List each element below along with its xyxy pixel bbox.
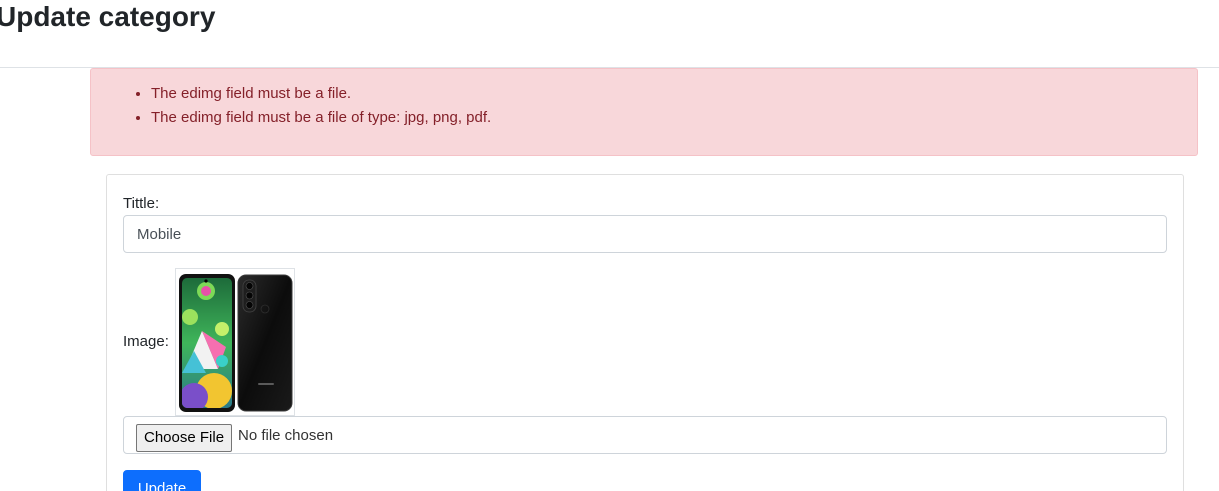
error-alert: The edimg field must be a file. The edim…: [90, 68, 1198, 156]
image-file-input[interactable]: Choose File No file chosen: [123, 416, 1167, 454]
choose-file-button[interactable]: Choose File: [136, 424, 233, 452]
page-title: Update category: [0, 1, 216, 32]
file-status-text: No file chosen: [238, 427, 334, 444]
title-label: Tittle:: [123, 195, 160, 212]
image-label: Image:: [123, 333, 169, 350]
update-button[interactable]: Update: [123, 470, 201, 491]
error-list: The edimg field must be a file. The edim…: [151, 82, 491, 130]
phone-image: [179, 274, 293, 412]
error-message: The edimg field must be a file.: [151, 82, 491, 106]
title-input[interactable]: [123, 215, 1167, 253]
category-image-preview: [175, 268, 295, 416]
error-message: The edimg field must be a file of type: …: [151, 106, 491, 130]
